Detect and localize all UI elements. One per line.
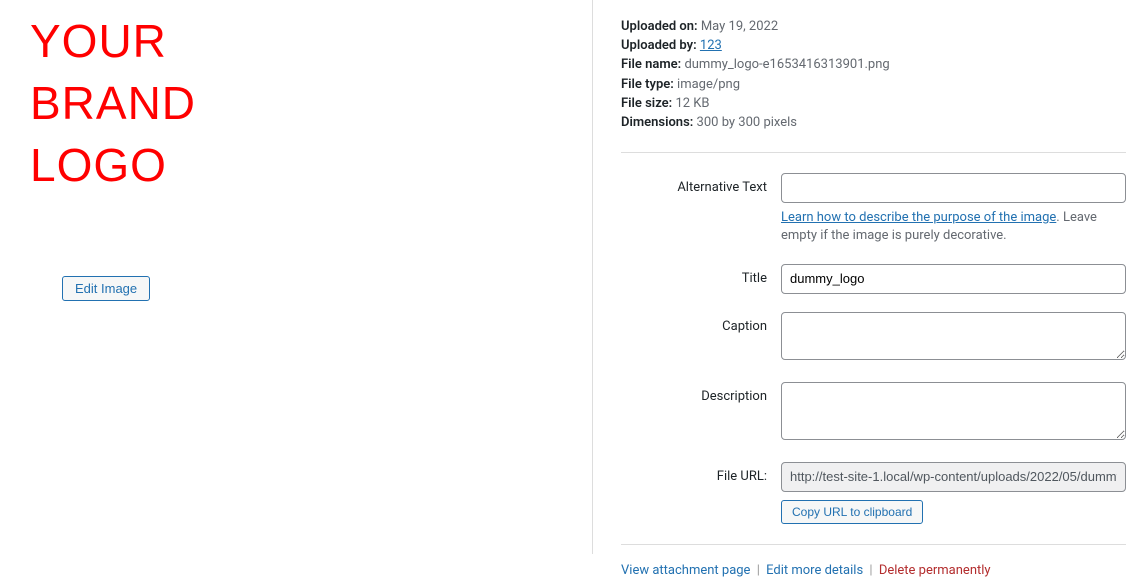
brand-logo-line2: BRAND xyxy=(30,72,562,134)
attachment-preview: YOUR BRAND LOGO xyxy=(0,0,592,196)
view-attachment-link[interactable]: View attachment page xyxy=(621,563,750,578)
file-url-label: File URL: xyxy=(621,462,781,524)
description-row: Description xyxy=(621,382,1126,444)
file-url-input[interactable] xyxy=(781,462,1126,492)
separator: | xyxy=(869,563,872,578)
description-label: Description xyxy=(621,382,781,444)
description-input[interactable] xyxy=(781,382,1126,440)
attachment-details-panel: Uploaded on: May 19, 2022 Uploaded by: 1… xyxy=(592,0,1134,554)
separator: | xyxy=(757,563,760,578)
dimensions-label: Dimensions: xyxy=(621,115,693,130)
attachment-form: Alternative Text Learn how to describe t… xyxy=(621,152,1126,523)
edit-details-link[interactable]: Edit more details xyxy=(766,563,863,578)
footer-actions: View attachment page | Edit more details… xyxy=(621,544,1126,578)
edit-image-button[interactable]: Edit Image xyxy=(62,276,150,301)
delete-permanently-link[interactable]: Delete permanently xyxy=(879,563,991,578)
copy-url-button[interactable]: Copy URL to clipboard xyxy=(781,500,923,524)
dimensions-value: 300 by 300 pixels xyxy=(697,115,797,130)
caption-row: Caption xyxy=(621,312,1126,364)
file-name-row: File name: dummy_logo-e1653416313901.png xyxy=(621,56,1126,74)
file-size-label: File size: xyxy=(621,96,672,111)
alt-text-label: Alternative Text xyxy=(621,173,781,245)
caption-input[interactable] xyxy=(781,312,1126,360)
uploaded-on-row: Uploaded on: May 19, 2022 xyxy=(621,18,1126,36)
title-row: Title xyxy=(621,264,1126,294)
file-type-label: File type: xyxy=(621,77,674,92)
uploaded-on-value: May 19, 2022 xyxy=(701,19,778,34)
alt-text-help-link[interactable]: Learn how to describe the purpose of the… xyxy=(781,210,1056,225)
file-name-label: File name: xyxy=(621,57,681,72)
file-name-value: dummy_logo-e1653416313901.png xyxy=(684,57,889,72)
caption-label: Caption xyxy=(621,312,781,364)
file-size-value: 12 KB xyxy=(675,96,709,111)
file-type-value: image/png xyxy=(677,77,740,92)
uploaded-on-label: Uploaded on: xyxy=(621,19,698,34)
file-size-row: File size: 12 KB xyxy=(621,95,1126,113)
alt-text-input[interactable] xyxy=(781,173,1126,203)
meta-info-block: Uploaded on: May 19, 2022 Uploaded by: 1… xyxy=(621,18,1126,132)
alt-text-row: Alternative Text Learn how to describe t… xyxy=(621,173,1126,245)
title-input[interactable] xyxy=(781,264,1126,294)
uploaded-by-label: Uploaded by: xyxy=(621,38,697,53)
brand-logo-line1: YOUR xyxy=(30,10,562,72)
title-label: Title xyxy=(621,264,781,294)
dimensions-row: Dimensions: 300 by 300 pixels xyxy=(621,114,1126,132)
alt-text-help: Learn how to describe the purpose of the… xyxy=(781,209,1126,245)
uploaded-by-row: Uploaded by: 123 xyxy=(621,37,1126,55)
brand-logo-line3: LOGO xyxy=(30,134,562,196)
media-preview-panel: YOUR BRAND LOGO Edit Image xyxy=(0,0,592,554)
file-type-row: File type: image/png xyxy=(621,76,1126,94)
file-url-row: File URL: Copy URL to clipboard xyxy=(621,462,1126,524)
uploaded-by-link[interactable]: 123 xyxy=(700,38,722,53)
